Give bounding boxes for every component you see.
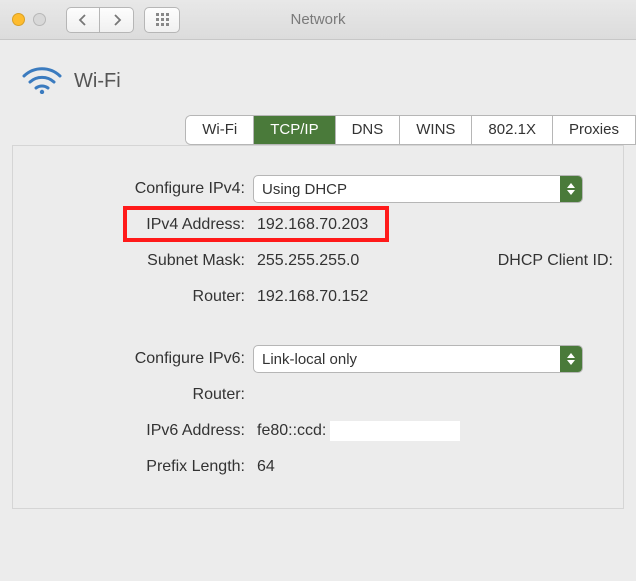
configure-ipv6-value: Link-local only — [262, 351, 357, 368]
configure-ipv4-label: Configure IPv4: — [23, 180, 253, 198]
interface-header: Wi-Fi — [0, 40, 636, 105]
maximize-dot[interactable] — [33, 13, 46, 26]
back-button[interactable] — [66, 7, 100, 33]
tab-proxies[interactable]: Proxies — [553, 116, 636, 144]
redacted-block — [330, 421, 460, 441]
chevron-updown-icon — [560, 176, 582, 202]
subnet-mask-value: 255.255.255.0 — [253, 252, 359, 270]
wifi-icon — [22, 64, 62, 99]
ipv6-address-label: IPv6 Address: — [23, 422, 253, 440]
nav-group — [66, 7, 134, 33]
forward-button[interactable] — [100, 7, 134, 33]
prefix-length-label: Prefix Length: — [23, 458, 253, 476]
show-all-button[interactable] — [144, 7, 180, 33]
subnet-mask-label: Subnet Mask: — [23, 252, 253, 270]
window-controls — [12, 13, 46, 26]
settings-panel: Configure IPv4: Using DHCP IPv4 Address:… — [12, 145, 624, 509]
minimize-dot[interactable] — [12, 13, 25, 26]
tab-tcpip[interactable]: TCP/IP — [254, 116, 335, 144]
configure-ipv6-select[interactable]: Link-local only — [253, 345, 583, 373]
grid-icon — [156, 13, 169, 26]
ipv4-router-value: 192.168.70.152 — [253, 288, 368, 306]
tab-wifi[interactable]: Wi-Fi — [186, 116, 254, 144]
tab-bar: Wi-Fi TCP/IP DNS WINS 802.1X Proxies — [185, 115, 636, 145]
tab-8021x[interactable]: 802.1X — [472, 116, 553, 144]
ipv4-address-value: 192.168.70.203 — [253, 216, 368, 234]
titlebar: Network — [0, 0, 636, 40]
ipv6-address-value: fe80::ccd: — [253, 421, 460, 441]
ipv6-router-label: Router: — [23, 386, 253, 404]
tab-wins[interactable]: WINS — [400, 116, 472, 144]
configure-ipv4-select[interactable]: Using DHCP — [253, 175, 583, 203]
configure-ipv6-label: Configure IPv6: — [23, 350, 253, 368]
ipv4-router-label: Router: — [23, 288, 253, 306]
chevron-updown-icon — [560, 346, 582, 372]
ipv4-address-label: IPv4 Address: — [23, 216, 253, 234]
prefix-length-value: 64 — [253, 458, 275, 476]
tab-dns[interactable]: DNS — [336, 116, 401, 144]
dhcp-client-id-label: DHCP Client ID: — [498, 252, 613, 270]
interface-name: Wi-Fi — [74, 70, 121, 93]
configure-ipv4-value: Using DHCP — [262, 181, 347, 198]
